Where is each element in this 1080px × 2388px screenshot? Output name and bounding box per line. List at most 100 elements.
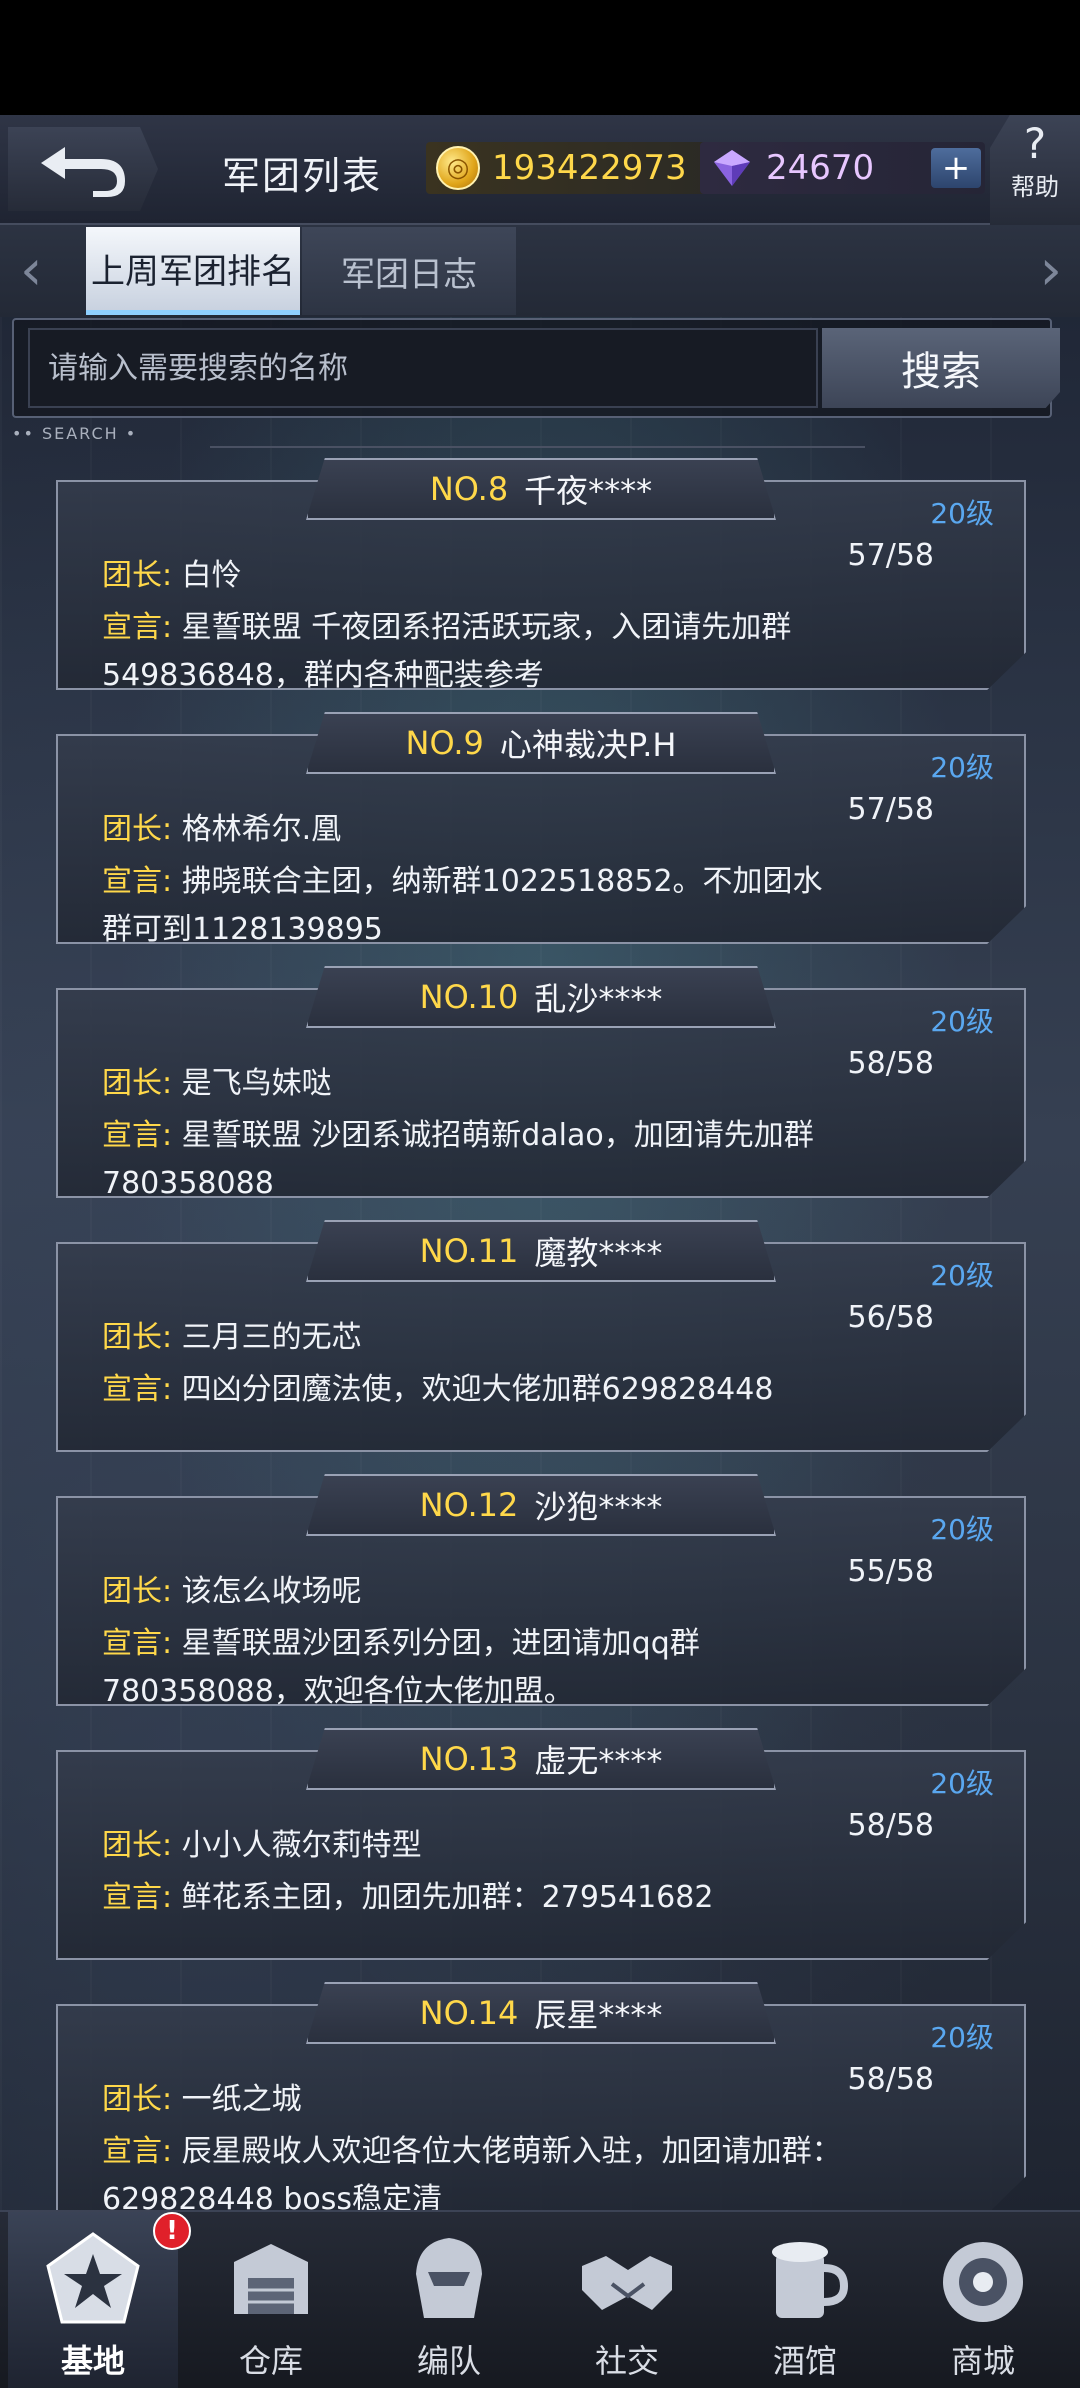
formation-icon xyxy=(416,2238,482,2318)
warehouse-icon xyxy=(234,2244,308,2314)
legion-rank: NO.9 xyxy=(405,724,484,762)
legion-member-count: 58/58 xyxy=(847,2062,934,2097)
gold-currency: ◎ 193422973 xyxy=(426,142,716,194)
legion-level: 20级 xyxy=(930,1767,994,1800)
back-button[interactable] xyxy=(8,127,158,211)
slogan-text: 星誓联盟 千夜团系招活跃玩家，入团请先加群549836848，群内各种配装参考 xyxy=(102,610,792,693)
legion-level: 20级 xyxy=(930,497,994,530)
legion-level: 20级 xyxy=(930,751,994,784)
leader-name: 一纸之城 xyxy=(181,2082,302,2117)
nav-formation-label: 编队 xyxy=(416,2342,481,2380)
slogan-key: 宣言: xyxy=(102,1118,173,1153)
slogan-key: 宣言: xyxy=(102,864,173,899)
legion-name: 魔教**** xyxy=(534,1234,663,1272)
leader-key: 团长: xyxy=(102,1320,173,1355)
legion-leader: 团长: 该怎么收场呢 xyxy=(102,1568,842,1616)
slogan-text: 辰星殿收人欢迎各位大佬萌新入驻，加团请加群：629828448 boss稳定清 xyxy=(102,2134,842,2217)
slogan-key: 宣言: xyxy=(102,1372,173,1407)
legion-slogan: 宣言: 四凶分团魔法使，欢迎大佬加群629828448 xyxy=(102,1366,842,1414)
leader-name: 小小人薇尔莉特型 xyxy=(181,1828,422,1863)
search-tag-text: SEARCH xyxy=(41,424,119,443)
legion-slogan: 宣言: 鲜花系主团，加团先加群：279541682 xyxy=(102,1874,842,1922)
shop-icon xyxy=(943,2242,1023,2322)
legion-title: NO.10 乱沙**** xyxy=(306,966,776,1028)
chevron-left-icon[interactable]: ‹ xyxy=(20,243,42,299)
base-emblem-icon xyxy=(46,2232,140,2324)
legion-header: NO.13 虚无**** xyxy=(56,1728,1026,1790)
legion-member-count: 57/58 xyxy=(847,792,934,827)
search-bar: 搜索 xyxy=(12,318,1060,418)
legion-rank: NO.11 xyxy=(419,1232,519,1270)
back-arrow-icon xyxy=(41,147,125,197)
legion-member-count: 57/58 xyxy=(847,538,934,573)
leader-key: 团长: xyxy=(102,1574,173,1609)
nav-base[interactable]: 基地 ! xyxy=(8,2212,191,2388)
legion-slogan: 宣言: 星誓联盟 千夜团系招活跃玩家，入团请先加群549836848，群内各种配… xyxy=(102,604,842,693)
leader-key: 团长: xyxy=(102,812,173,847)
gold-coin-icon: ◎ xyxy=(436,146,480,190)
legion-title: NO.11 魔教**** xyxy=(306,1220,776,1282)
legion-leader: 团长: 三月三的无芯 xyxy=(102,1314,842,1362)
search-button[interactable]: 搜索 xyxy=(822,328,1060,408)
search-input[interactable] xyxy=(28,328,818,408)
nav-tavern-label: 酒馆 xyxy=(772,2342,837,2380)
legion-leader: 团长: 格林希尔.凰 xyxy=(102,806,842,854)
chevron-right-icon[interactable]: › xyxy=(1040,243,1062,299)
add-gem-button[interactable]: + xyxy=(931,148,981,188)
legion-leader: 团长: 一纸之城 xyxy=(102,2076,842,2124)
slogan-key: 宣言: xyxy=(102,2134,173,2169)
legion-member-count: 55/58 xyxy=(847,1554,934,1589)
gem-value: 24670 xyxy=(766,148,875,188)
legion-title: NO.13 虚无**** xyxy=(306,1728,776,1790)
legion-header: NO.8 千夜**** xyxy=(56,458,1026,520)
legion-member-count: 56/58 xyxy=(847,1300,934,1335)
help-label: 帮助 xyxy=(1011,173,1059,201)
nav-shop[interactable]: 商城 xyxy=(898,2212,1068,2388)
nav-formation[interactable]: 编队 xyxy=(364,2212,534,2388)
legion-member-count: 58/58 xyxy=(847,1808,934,1843)
leader-name: 是飞鸟妹哒 xyxy=(181,1066,332,1101)
legion-title: NO.12 沙狍**** xyxy=(306,1474,776,1536)
tab-bar: ‹ 上周军团排名 军团日志 › xyxy=(0,225,1080,317)
legion-name: 乱沙**** xyxy=(534,980,663,1018)
help-button[interactable]: ? 帮助 xyxy=(990,115,1080,225)
page-title: 军团列表 xyxy=(222,154,383,198)
legion-slogan: 宣言: 拂晓联合主团，纳新群1022518852。不加团水群可到11281398… xyxy=(102,858,842,947)
legion-list[interactable]: 20级 57/58 团长: 白怜 宣言: 星誓联盟 千夜团系招活跃玩家，入团请先… xyxy=(0,458,1080,2214)
tab-last-week-ranking[interactable]: 上周军团排名 xyxy=(86,227,300,315)
legion-title: NO.14 辰星**** xyxy=(306,1982,776,2044)
slogan-key: 宣言: xyxy=(102,1626,173,1661)
legion-rank: NO.14 xyxy=(419,1994,519,2032)
nav-warehouse-label: 仓库 xyxy=(238,2342,303,2380)
legion-rank: NO.12 xyxy=(419,1486,519,1524)
legion-rank: NO.13 xyxy=(419,1740,519,1778)
gold-value: 193422973 xyxy=(492,148,687,188)
legion-leader: 团长: 白怜 xyxy=(102,552,842,600)
leader-key: 团长: xyxy=(102,558,173,593)
legion-name: 心神裁决P.H xyxy=(499,726,677,764)
nav-social[interactable]: 社交 xyxy=(542,2212,712,2388)
legion-name: 千夜**** xyxy=(524,472,653,510)
slogan-text: 四凶分团魔法使，欢迎大佬加群629828448 xyxy=(181,1372,774,1407)
nav-warehouse[interactable]: 仓库 xyxy=(186,2212,356,2388)
legion-rank: NO.10 xyxy=(419,978,519,1016)
tab-legion-log[interactable]: 军团日志 xyxy=(302,227,516,315)
bottom-nav: 基地 ! 仓库 编队 社交 酒馆 商城 xyxy=(0,2210,1080,2388)
slogan-key: 宣言: xyxy=(102,610,173,645)
handshake-icon xyxy=(582,2256,672,2310)
nav-tavern[interactable]: 酒馆 xyxy=(720,2212,890,2388)
leader-name: 三月三的无芯 xyxy=(181,1320,362,1355)
slogan-key: 宣言: xyxy=(102,1880,173,1915)
legion-slogan: 宣言: 星誓联盟 沙团系诚招萌新dalao，加团请先加群780358088 xyxy=(102,1112,842,1198)
legion-header: NO.11 魔教**** xyxy=(56,1220,1026,1282)
slogan-text: 拂晓联合主团，纳新群1022518852。不加团水群可到1128139895 xyxy=(102,864,823,947)
legion-title: NO.9 心神裁决P.H xyxy=(306,712,776,774)
leader-name: 格林希尔.凰 xyxy=(181,812,342,847)
leader-key: 团长: xyxy=(102,2082,173,2117)
legion-header: NO.9 心神裁决P.H xyxy=(56,712,1026,774)
leader-name: 白怜 xyxy=(181,558,242,593)
leader-key: 团长: xyxy=(102,1828,173,1863)
legion-level: 20级 xyxy=(930,2021,994,2054)
divider xyxy=(210,446,865,448)
nav-base-label: 基地 xyxy=(60,2342,125,2380)
